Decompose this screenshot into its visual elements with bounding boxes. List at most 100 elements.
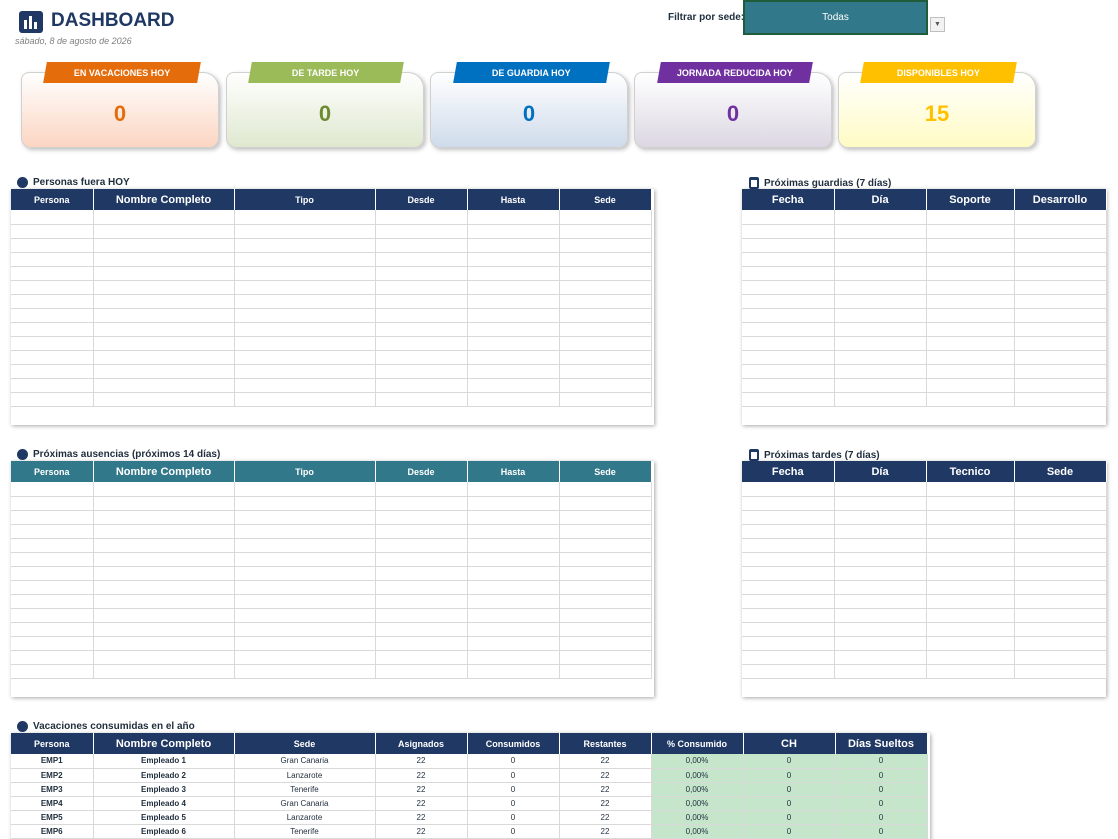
column-header: Nombre Completo xyxy=(93,189,235,210)
table-row xyxy=(11,238,652,253)
table-cell xyxy=(11,608,94,623)
table-cell xyxy=(926,266,1015,281)
table-cell xyxy=(1014,594,1107,609)
table-row xyxy=(742,266,1107,281)
table-cell xyxy=(375,608,468,623)
table-cell xyxy=(467,580,560,595)
table-cell xyxy=(234,322,376,337)
table-cell xyxy=(742,266,835,281)
table-cell xyxy=(467,538,560,553)
column-header: Desarrollo xyxy=(1014,189,1107,210)
current-date: sábado, 8 de agosto de 2026 xyxy=(15,36,132,46)
table-cell xyxy=(742,364,835,379)
table-cell xyxy=(11,622,94,637)
section-title: Próximas ausencias (próximos 14 días) xyxy=(33,449,221,460)
table-cell: 22 xyxy=(375,754,468,769)
table-cell xyxy=(559,580,652,595)
table-row xyxy=(11,322,652,337)
table-cell xyxy=(742,566,835,581)
table-cell: 0 xyxy=(835,796,928,811)
table-cell xyxy=(234,664,376,679)
table-row xyxy=(11,510,652,525)
table-cell xyxy=(1014,552,1107,567)
column-header: Sede xyxy=(559,461,652,482)
table-cell: 22 xyxy=(559,824,652,839)
table-cell xyxy=(559,252,652,267)
table-cell xyxy=(926,238,1015,253)
table-cell xyxy=(742,482,835,497)
table-cell xyxy=(11,538,94,553)
table-cell: Empleado 3 xyxy=(93,782,235,797)
table-cell xyxy=(559,664,652,679)
header-row: Persona Nombre Completo Tipo Desde Hasta Sede xyxy=(11,189,652,210)
column-header: Persona xyxy=(11,733,94,754)
table-cell xyxy=(375,566,468,581)
column-header: Persona xyxy=(11,189,94,210)
column-header: Sede xyxy=(234,733,376,754)
table-cell xyxy=(234,392,376,407)
table-cell xyxy=(234,622,376,637)
table-cell xyxy=(926,322,1015,337)
table-cell xyxy=(1014,266,1107,281)
table-row xyxy=(11,524,652,539)
personas-fuera-table: Persona Nombre Completo Tipo Desde Hasta Sede xyxy=(11,189,654,425)
table-cell xyxy=(93,580,235,595)
column-header: Consumidos xyxy=(467,733,560,754)
table-cell xyxy=(375,252,468,267)
table-cell xyxy=(467,482,560,497)
table-cell xyxy=(926,336,1015,351)
table-cell: EMP2 xyxy=(11,768,94,783)
table-cell xyxy=(93,224,235,239)
table-row xyxy=(11,636,652,651)
table-cell xyxy=(11,566,94,581)
table-cell xyxy=(375,210,468,225)
table-cell xyxy=(742,636,835,651)
table-cell xyxy=(926,524,1015,539)
header-row: Fecha Día Tecnico Sede xyxy=(742,461,1107,482)
table-cell xyxy=(375,524,468,539)
table-cell xyxy=(467,280,560,295)
table-cell xyxy=(742,322,835,337)
table-cell xyxy=(11,266,94,281)
table-cell xyxy=(926,608,1015,623)
table-cell xyxy=(11,392,94,407)
table-cell xyxy=(467,350,560,365)
table-cell xyxy=(834,252,927,267)
table-cell xyxy=(742,496,835,511)
table-cell xyxy=(559,552,652,567)
table-cell xyxy=(926,252,1015,267)
kpi-value: 15 xyxy=(924,101,950,126)
table-cell: 0 xyxy=(835,782,928,797)
table-cell: EMP1 xyxy=(11,754,94,769)
table-cell xyxy=(834,238,927,253)
table-cell: Empleado 2 xyxy=(93,768,235,783)
table-cell xyxy=(742,238,835,253)
table-cell xyxy=(11,496,94,511)
table-row xyxy=(11,378,652,393)
table-cell: 0 xyxy=(467,810,560,825)
table-cell xyxy=(559,594,652,609)
chevron-down-icon[interactable]: ▼ xyxy=(930,17,945,32)
table-cell xyxy=(467,364,560,379)
table-cell xyxy=(93,238,235,253)
globe-icon xyxy=(17,449,28,460)
table-cell xyxy=(742,524,835,539)
table-cell xyxy=(234,336,376,351)
table-cell xyxy=(467,552,560,567)
table-cell xyxy=(834,664,927,679)
table-cell xyxy=(742,392,835,407)
table-cell xyxy=(467,622,560,637)
table-cell xyxy=(375,336,468,351)
dashboard-logo-icon xyxy=(19,11,43,33)
table-cell xyxy=(234,238,376,253)
table-row xyxy=(742,482,1107,497)
table-cell: 22 xyxy=(559,754,652,769)
table-cell xyxy=(834,322,927,337)
column-header: Restantes xyxy=(559,733,652,754)
table-cell xyxy=(559,280,652,295)
table-cell xyxy=(834,210,927,225)
sede-filter-select[interactable]: Todas xyxy=(743,0,928,35)
table-row xyxy=(742,336,1107,351)
table-cell xyxy=(93,210,235,225)
table-cell xyxy=(11,224,94,239)
